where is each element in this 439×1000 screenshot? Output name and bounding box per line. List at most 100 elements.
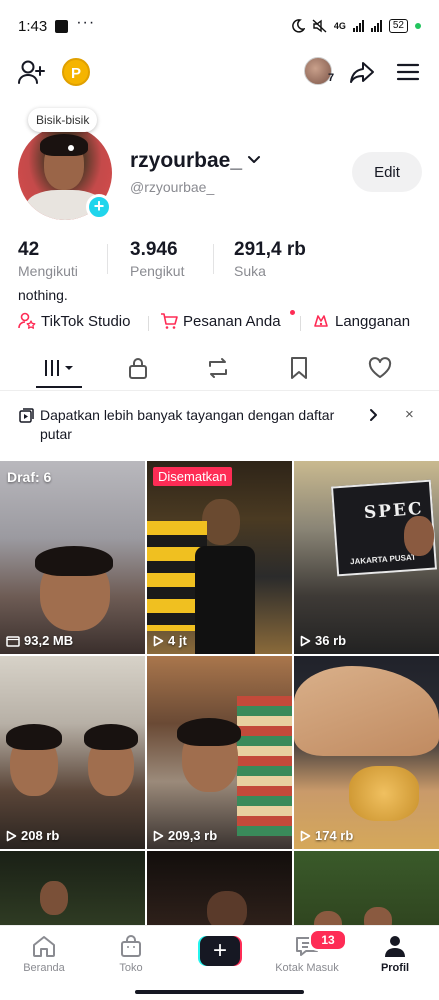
nav-home-label: Beranda	[23, 962, 65, 974]
tab-private[interactable]	[118, 350, 158, 386]
heart-icon	[368, 357, 392, 378]
link-label: TikTok Studio	[41, 312, 131, 330]
stat-likes-value: 291,4 rb	[234, 239, 306, 260]
drafts-badge: Draf: 6	[7, 469, 52, 485]
inbox-badge: 13	[309, 929, 347, 951]
share-icon[interactable]	[348, 58, 376, 86]
stat-likes[interactable]: 291,4 rb Suka	[234, 239, 306, 279]
top-bar: P 7	[0, 52, 439, 92]
stat-likes-label: Suka	[234, 263, 266, 279]
link-subscription[interactable]: Langganan	[312, 312, 410, 330]
tile-views: 36 rb	[315, 633, 347, 648]
play-icon	[153, 635, 164, 646]
stat-following[interactable]: 42 Mengikuti	[18, 239, 78, 279]
nav-home[interactable]: Beranda	[9, 934, 79, 974]
signal-icon	[352, 20, 364, 32]
link-divider	[300, 316, 301, 331]
grid-icon	[45, 360, 73, 376]
nav-shop-label: Toko	[119, 962, 143, 974]
tile-size: 93,2 MB	[24, 633, 74, 648]
nav-shop[interactable]: Toko	[96, 934, 166, 974]
repost-icon	[209, 358, 227, 378]
video-tile[interactable]: 174 rb	[294, 656, 439, 849]
user-handle: @rzyourbae_	[130, 179, 215, 195]
username[interactable]: rzyourbae_	[130, 149, 242, 173]
video-tile[interactable]	[147, 851, 292, 931]
tile-stats: 36 rb	[300, 633, 346, 648]
video-tile[interactable]: SPEC JAKARTA PUSAT 36 rb	[294, 461, 439, 654]
video-tile[interactable]	[294, 851, 439, 931]
profile-links: TikTok Studio Pesanan Anda Langganan	[0, 310, 439, 334]
home-indicator	[135, 990, 304, 994]
tile-views: 4 jt	[168, 633, 187, 648]
moon-icon	[292, 19, 305, 33]
link-divider	[148, 316, 149, 331]
video-grid: Draf: 6 93,2 MB Disematkan 4 jt SPEC JAK…	[0, 461, 439, 931]
network-label: 4G	[333, 21, 346, 31]
pinned-badge: Disematkan	[153, 467, 232, 486]
lock-icon	[129, 358, 147, 379]
link-orders[interactable]: Pesanan Anda	[160, 312, 281, 330]
coin-icon[interactable]: P	[62, 58, 90, 86]
tab-videos[interactable]	[38, 350, 82, 386]
more-notifications-icon: ···	[76, 14, 96, 31]
stat-followers-value: 3.946	[130, 239, 178, 260]
status-bar: 1:43 ··· 4G 52	[0, 0, 439, 52]
tile-views: 208 rb	[21, 828, 60, 843]
shop-icon	[121, 935, 141, 957]
video-tile[interactable]: 209,3 rb	[147, 656, 292, 849]
visitor-count: 7	[328, 72, 335, 84]
orders-notification-dot	[290, 310, 295, 315]
add-story-button[interactable]: +	[86, 194, 112, 220]
link-label: Pesanan Anda	[183, 312, 281, 330]
subscription-icon	[314, 315, 328, 327]
video-tile[interactable]: Disematkan 4 jt	[147, 461, 292, 654]
add-friend-icon[interactable]	[16, 57, 46, 87]
signal-icon-2	[370, 20, 382, 32]
stat-followers[interactable]: 3.946 Pengikut	[130, 239, 184, 279]
mute-icon	[312, 19, 327, 33]
active-tab-indicator	[36, 386, 82, 388]
video-tile[interactable]: 208 rb	[0, 656, 145, 849]
create-button[interactable]: +	[198, 936, 242, 966]
battery-icon: 52	[388, 19, 408, 33]
privacy-indicator	[415, 23, 421, 29]
person-star-icon	[18, 312, 36, 329]
nav-profile[interactable]: Profil	[360, 934, 430, 974]
playlist-icon	[19, 408, 34, 423]
folder-icon	[6, 635, 20, 647]
stat-followers-label: Pengikut	[130, 263, 185, 279]
close-icon[interactable]: ×	[405, 406, 414, 423]
stat-following-value: 42	[18, 239, 40, 260]
link-label: Langganan	[335, 312, 411, 330]
tab-favorites[interactable]	[279, 350, 319, 386]
bio-text: nothing.	[18, 287, 68, 303]
edit-profile-button[interactable]: Edit	[352, 152, 422, 192]
tab-liked[interactable]	[360, 350, 400, 386]
link-tiktok-studio[interactable]: TikTok Studio	[18, 312, 130, 330]
chevron-down-icon[interactable]	[246, 152, 262, 168]
bottom-nav: Beranda Toko + Kotak Masuk 13 Profil	[0, 925, 439, 987]
tile-stats: 93,2 MB	[6, 633, 73, 648]
tile-stats: 209,3 rb	[153, 828, 217, 843]
menu-icon[interactable]	[396, 59, 420, 85]
video-tile[interactable]	[0, 851, 145, 931]
video-tile-drafts[interactable]: Draf: 6 93,2 MB	[0, 461, 145, 654]
nav-inbox-label: Kotak Masuk	[275, 962, 339, 974]
play-icon	[153, 830, 164, 841]
tab-reposts[interactable]	[198, 350, 238, 386]
notification-icon	[55, 19, 69, 33]
promo-text: Dapatkan lebih banyak tayangan dengan da…	[40, 407, 335, 442]
bubble-pointer	[68, 145, 74, 151]
tile-views: 174 rb	[315, 828, 354, 843]
stat-divider	[107, 244, 108, 274]
playlist-promo[interactable]: Dapatkan lebih banyak tayangan dengan da…	[0, 398, 439, 456]
play-icon	[300, 830, 311, 841]
tile-stats: 208 rb	[6, 828, 59, 843]
tile-stats: 4 jt	[153, 633, 187, 648]
whisper-bubble[interactable]: Bisik-bisik	[28, 108, 98, 132]
plus-icon: +	[200, 936, 240, 966]
play-icon	[300, 635, 311, 646]
bookmark-icon	[291, 357, 307, 379]
chevron-right-icon[interactable]	[368, 408, 380, 422]
